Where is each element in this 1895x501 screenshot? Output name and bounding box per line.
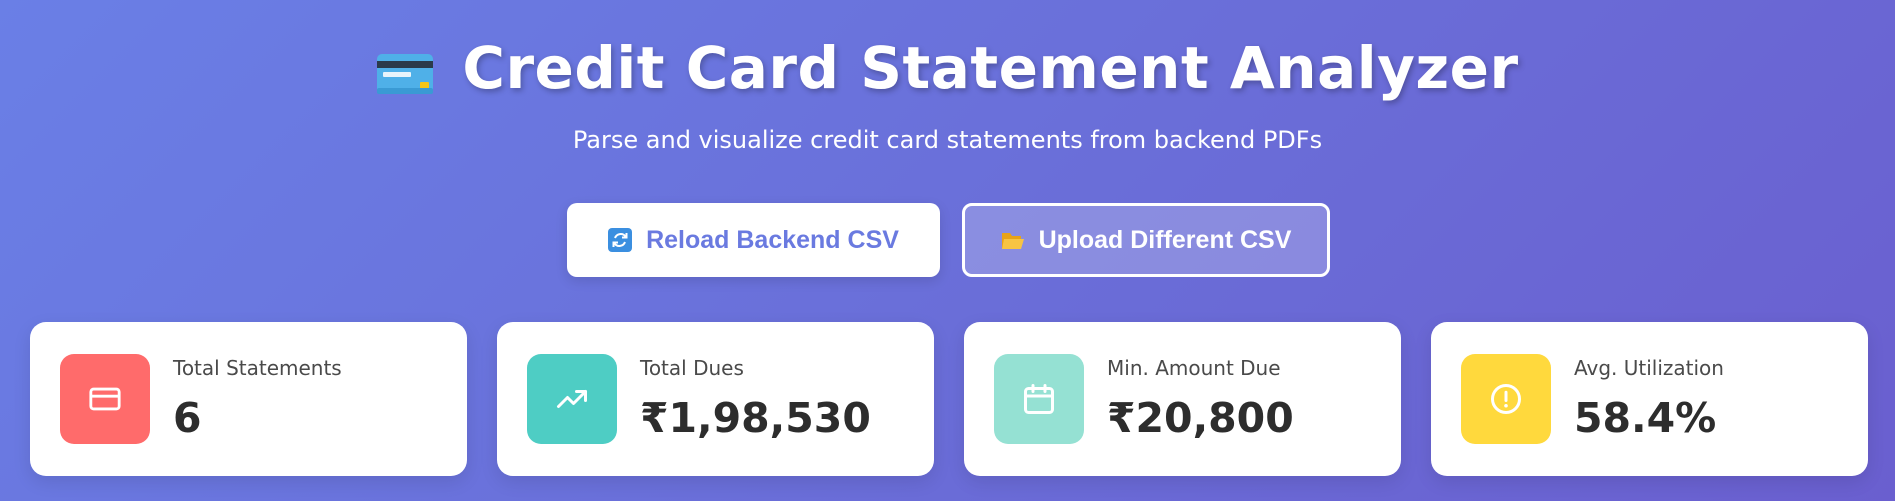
stat-label: Total Statements: [173, 356, 342, 380]
alert-circle-icon: [1491, 384, 1521, 414]
stat-card-min-amount-due: Min. Amount Due ₹20,800: [964, 322, 1401, 476]
stat-icon-box: [527, 354, 617, 444]
stat-label: Total Dues: [640, 356, 744, 380]
stat-value: ₹20,800: [1107, 394, 1294, 442]
refresh-icon: [608, 228, 633, 252]
stat-label: Avg. Utilization: [1574, 356, 1724, 380]
stat-icon-box: [60, 354, 150, 444]
stat-value: ₹1,98,530: [640, 394, 871, 442]
upload-different-csv-button[interactable]: Upload Different CSV: [962, 203, 1330, 277]
credit-card-icon: [377, 54, 434, 94]
stat-label: Min. Amount Due: [1107, 356, 1281, 380]
credit-card-icon: [89, 387, 121, 411]
stat-icon-box: [994, 354, 1084, 444]
stat-value: 58.4%: [1574, 394, 1717, 442]
reload-backend-csv-button[interactable]: Reload Backend CSV: [567, 203, 940, 277]
folder-icon: [1001, 233, 1024, 249]
reload-button-label: Reload Backend CSV: [646, 225, 899, 254]
trending-up-icon: [557, 390, 587, 408]
stat-value: 6: [173, 394, 202, 442]
stats-row: Total Statements 6 Total Dues ₹1,98,530 …: [30, 322, 1868, 476]
stat-card-total-statements: Total Statements 6: [30, 322, 467, 476]
stat-icon-box: [1461, 354, 1551, 444]
stat-card-total-dues: Total Dues ₹1,98,530: [497, 322, 934, 476]
calendar-icon: [1024, 384, 1054, 414]
page-subtitle: Parse and visualize credit card statemen…: [572, 126, 1323, 154]
page-title: Credit Card Statement Analyzer: [462, 34, 1519, 102]
upload-button-label: Upload Different CSV: [1038, 225, 1292, 254]
page-header: Credit Card Statement Analyzer: [0, 34, 1895, 102]
stat-card-avg-utilization: Avg. Utilization 58.4%: [1431, 322, 1868, 476]
